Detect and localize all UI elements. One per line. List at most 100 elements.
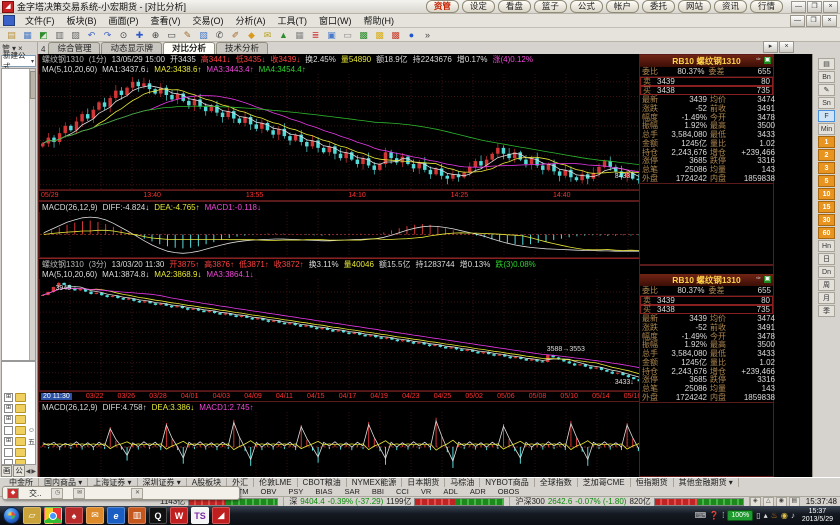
taskbar-clock[interactable]: 15:37 2013/5/29 bbox=[798, 508, 837, 524]
tree-item[interactable] bbox=[2, 447, 35, 458]
toolbar-icon[interactable]: ⊙ bbox=[116, 29, 131, 41]
period-button[interactable]: Hn bbox=[818, 240, 835, 252]
quick-button[interactable]: 委托 bbox=[642, 0, 675, 13]
tab-close-icon[interactable]: × bbox=[779, 41, 794, 53]
indicator-tab[interactable]: BIAS bbox=[309, 487, 338, 496]
toolbar-icon[interactable]: ⊕ bbox=[148, 29, 163, 41]
period-button[interactable]: ▤ bbox=[818, 58, 835, 70]
quick-button[interactable]: 公式 bbox=[570, 0, 603, 13]
foxmail-icon[interactable]: ✉ bbox=[86, 507, 104, 524]
macd1-panel[interactable]: 0.00-5.00 bbox=[39, 212, 677, 258]
market-tab[interactable]: 马棕油 bbox=[445, 477, 480, 487]
network-icon[interactable]: ◈ bbox=[750, 497, 761, 507]
menu-item[interactable]: 窗口(W) bbox=[313, 14, 358, 27]
toolbar-icon[interactable]: ✉ bbox=[260, 29, 275, 41]
indicator-tab[interactable]: OBOS bbox=[492, 487, 526, 496]
quick-button[interactable]: 网站 bbox=[678, 0, 711, 13]
chart1-candles[interactable]: 3433↓3500348034603439 bbox=[39, 74, 677, 190]
mail-icon[interactable]: ✉ bbox=[73, 488, 85, 499]
quick-button[interactable]: 行情 bbox=[750, 0, 783, 13]
quick-button[interactable]: 帐户 bbox=[606, 0, 639, 13]
help-icon[interactable]: ❓ bbox=[709, 511, 719, 520]
period-button[interactable]: Bn bbox=[818, 71, 835, 83]
period-button[interactable]: ✎ bbox=[818, 84, 835, 96]
menu-item[interactable]: 查看(V) bbox=[145, 14, 187, 27]
market-tab[interactable]: 伦敦LME bbox=[254, 477, 297, 487]
toolbar-icon[interactable]: ▤ bbox=[4, 29, 19, 41]
document-tab[interactable]: 对比分析 bbox=[163, 42, 215, 54]
period-button[interactable]: 3 bbox=[818, 162, 835, 174]
toolbar-icon[interactable]: ▨ bbox=[68, 29, 83, 41]
volume-icon[interactable]: ♪ bbox=[791, 511, 795, 520]
toolbar-icon[interactable]: ▦ bbox=[292, 29, 307, 41]
document-tab[interactable]: 技术分析 bbox=[216, 42, 268, 54]
chart2-candles[interactable]: 39453588→35533433↓380036003439 bbox=[39, 279, 677, 391]
period-button[interactable]: 季 bbox=[818, 305, 835, 317]
start-button[interactable] bbox=[3, 507, 20, 524]
minimize-button[interactable]: — bbox=[791, 1, 806, 13]
toolbar-icon[interactable]: ↶ bbox=[84, 29, 99, 41]
market-tab[interactable]: NYBOT商品 bbox=[480, 477, 535, 487]
tree-item[interactable]: ⊞ bbox=[2, 403, 35, 414]
cursor-icon[interactable]: ✑ bbox=[755, 57, 762, 64]
tree-item[interactable]: ☺ bbox=[2, 425, 35, 436]
formula-list[interactable] bbox=[1, 68, 36, 361]
period-button[interactable]: Dn bbox=[818, 266, 835, 278]
period-button[interactable]: 30 bbox=[818, 214, 835, 226]
menu-item[interactable]: 文件(F) bbox=[19, 14, 61, 27]
quick-button[interactable]: 篮子 bbox=[534, 0, 567, 13]
period-button[interactable]: 5 bbox=[818, 175, 835, 187]
show-hidden-icons[interactable]: ▴ bbox=[764, 511, 768, 520]
ts-app-icon[interactable]: TS bbox=[191, 507, 209, 524]
new-formula-combo[interactable]: 新建公式 ▾ bbox=[1, 55, 36, 67]
market-tab[interactable]: 芝加哥CME bbox=[578, 477, 631, 487]
menu-item[interactable]: 工具(T) bbox=[272, 14, 314, 27]
tree-item[interactable]: ⊞ 五 bbox=[2, 436, 35, 447]
messenger-icon[interactable]: ◆ bbox=[7, 488, 19, 499]
menu-item[interactable]: 画面(P) bbox=[103, 14, 145, 27]
powerpoint-icon[interactable]: ▥ bbox=[128, 507, 146, 524]
mdi-minimize-button[interactable]: — bbox=[790, 15, 805, 27]
period-button[interactable]: 1 bbox=[818, 136, 835, 148]
scrollbar-thumb[interactable] bbox=[30, 71, 36, 99]
indicator-tab[interactable]: VR bbox=[415, 487, 437, 496]
explorer-icon[interactable]: ▱ bbox=[23, 507, 41, 524]
market-tab[interactable]: 其他金融期货 ▾ bbox=[674, 477, 739, 487]
period-button[interactable]: 60 bbox=[818, 227, 835, 239]
indicator-tab[interactable]: PSY bbox=[282, 487, 309, 496]
expand-icon[interactable] bbox=[4, 448, 13, 457]
toolbar-icon[interactable]: ◆ bbox=[244, 29, 259, 41]
expand-icon[interactable]: ⊞ bbox=[4, 393, 13, 402]
book-icon[interactable]: ▤ bbox=[789, 497, 800, 507]
period-button[interactable]: Sn bbox=[818, 97, 835, 109]
security-icon[interactable]: ♨ bbox=[771, 511, 778, 520]
restore-button[interactable]: ❐ bbox=[807, 1, 822, 13]
dots-icon[interactable]: ⁞ bbox=[722, 511, 724, 520]
period-button[interactable]: 15 bbox=[818, 201, 835, 213]
expand-icon[interactable]: ⊞ bbox=[4, 415, 13, 424]
ask-row[interactable]: 卖 3439 80 bbox=[640, 296, 773, 305]
market-tab[interactable]: 恒指期货 bbox=[631, 477, 674, 487]
alert-icon[interactable]: △ bbox=[763, 497, 774, 507]
quick-button[interactable]: 看盘 bbox=[498, 0, 531, 13]
arrow-left-icon[interactable]: ◀ bbox=[26, 468, 31, 475]
scrollbar[interactable] bbox=[29, 69, 35, 360]
tree-item[interactable]: ⊞ bbox=[2, 414, 35, 425]
indicator-tab[interactable]: ADL bbox=[437, 487, 464, 496]
period-button[interactable]: Min bbox=[818, 123, 835, 135]
ask-row[interactable]: 卖 3439 80 bbox=[640, 77, 773, 86]
toolbar-icon[interactable]: ▣ bbox=[324, 29, 339, 41]
cards-app-icon[interactable]: ♠ bbox=[65, 507, 83, 524]
period-button[interactable]: 月 bbox=[818, 292, 835, 304]
chrome-icon[interactable] bbox=[44, 507, 62, 524]
toolbar-icon[interactable]: ▩ bbox=[372, 29, 387, 41]
mdi-close-button[interactable]: × bbox=[822, 15, 837, 27]
toolbar-icon[interactable]: ◩ bbox=[36, 29, 51, 41]
toolbar-icon[interactable]: ▭ bbox=[164, 29, 179, 41]
battery-indicator[interactable]: 100% bbox=[727, 510, 753, 521]
market-tab[interactable]: CBOT粮油 bbox=[298, 477, 347, 487]
keyboard-icon[interactable]: ⌨ bbox=[695, 511, 707, 520]
toolbar-icon[interactable]: ✆ bbox=[212, 29, 227, 41]
toolbar-icon[interactable]: ▲ bbox=[276, 29, 291, 41]
word-app-icon[interactable]: W bbox=[170, 507, 188, 524]
